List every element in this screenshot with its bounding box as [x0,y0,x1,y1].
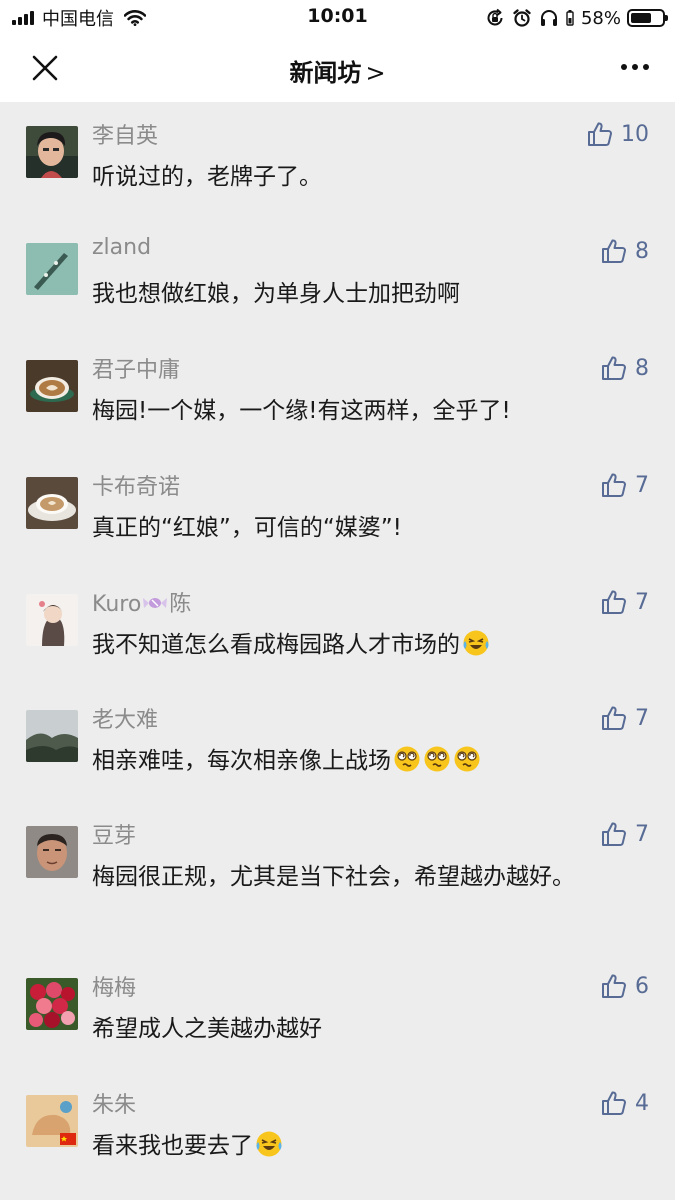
dizzy-face-emoji-icon [454,746,480,772]
like-count: 7 [635,589,649,615]
like-count: 7 [635,705,649,731]
status-bar: 中国电信 10:01 58% [0,0,675,36]
laughing-tears-emoji-icon [463,630,489,656]
comment-text: 看来我也要去了 [92,1127,622,1165]
like-count: 8 [635,238,649,264]
like-button[interactable]: 4 [601,1087,649,1119]
like-count: 6 [635,973,649,999]
comment-text: 希望成人之美越办越好 [92,1016,322,1042]
avatar[interactable] [26,243,78,295]
battery-percent: 58% [580,7,621,29]
thumbs-up-icon [601,821,627,847]
chevron-right-icon: > [365,59,386,87]
comment-author: 梅梅 [92,976,137,1001]
comment-text: 我不知道怎么看成梅园路人才市场的 [92,626,622,664]
like-count: 7 [635,821,649,847]
comment-text: 听说过的，老牌子了。 [92,164,322,190]
comment-author-name: Kuro [92,592,142,617]
thumbs-up-icon [601,472,627,498]
comment-text: 梅园!一个媒，一个缘!有这两样，全乎了! [92,398,511,424]
comment-author: 李自英 [92,124,159,149]
like-button[interactable]: 7 [601,702,649,734]
candy-icon [143,598,168,608]
like-count: 4 [635,1090,649,1116]
headphones-icon [540,10,557,26]
comment-author: 豆芽 [92,824,137,849]
page-title[interactable]: 新闻坊 > [0,53,675,88]
avatar[interactable] [26,360,78,412]
thumbs-up-icon [601,238,627,264]
like-count: 7 [635,472,649,498]
comment-author-suffix: 陈 [169,592,192,617]
like-button[interactable]: 7 [601,586,649,618]
comment-text: 相亲难哇，每次相亲像上战场 [92,742,622,780]
thumbs-up-icon [587,121,613,147]
comment-author: 君子中庸 [92,358,181,383]
like-button[interactable]: 7 [601,818,649,850]
avatar[interactable] [26,978,78,1030]
comment-text: 我也想做红娘，为单身人士加把劲啊 [92,281,460,307]
like-count: 8 [635,355,649,381]
avatar[interactable] [26,594,78,646]
avatar[interactable] [26,710,78,762]
comment-text: 梅园很正规，尤其是当下社会，希望越办越好。 [92,864,575,890]
thumbs-up-icon [601,1090,627,1116]
avatar[interactable] [26,1095,78,1147]
like-button[interactable]: 8 [601,352,649,384]
comment-text: 真正的“红娘”，可信的“媒婆”! [92,515,402,541]
status-right: 58% [485,6,668,30]
avatar[interactable] [26,477,78,529]
like-button[interactable]: 8 [601,235,649,267]
like-button[interactable]: 6 [601,970,649,1002]
avatar[interactable] [26,126,78,178]
thumbs-up-icon [601,355,627,381]
alarm-icon [513,9,531,27]
comment-author: 朱朱 [92,1093,137,1118]
more-button[interactable] [616,64,649,70]
page-title-text: 新闻坊 [289,59,362,87]
like-button[interactable]: 7 [601,469,649,501]
battery-status-icon [566,10,574,26]
dizzy-face-emoji-icon [394,746,420,772]
comment-author: 卡布奇诺 [92,475,181,500]
comment-text-content: 我不知道怎么看成梅园路人才市场的 [92,632,460,658]
thumbs-up-icon [601,973,627,999]
like-button[interactable]: 10 [587,118,649,150]
avatar[interactable] [26,826,78,878]
rotation-lock-icon [487,8,503,26]
comment-author: zland [92,235,152,260]
thumbs-up-icon [601,705,627,731]
comment-author: 老大难 [92,708,159,733]
laughing-tears-emoji-icon [256,1131,282,1157]
dizzy-face-emoji-icon [424,746,450,772]
comment-author: Kuro 陈 [92,586,191,618]
like-count: 10 [621,121,649,147]
comment-text-content: 看来我也要去了 [92,1133,253,1159]
nav-bar: 新闻坊 > [0,36,675,102]
thumbs-up-icon [601,589,627,615]
comment-text-content: 相亲难哇，每次相亲像上战场 [92,748,391,774]
battery-icon [627,9,668,27]
